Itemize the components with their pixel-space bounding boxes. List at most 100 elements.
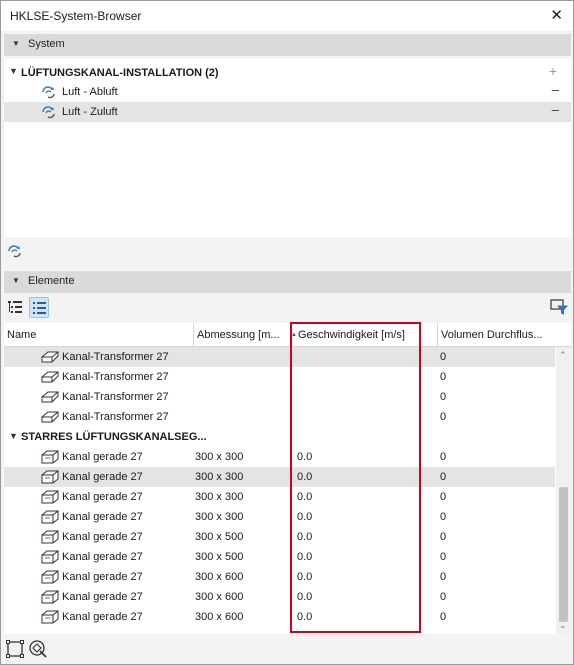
table-row[interactable]: Kanal gerade 27 300 x 300 0.0 0 — [4, 447, 555, 467]
table-header: Name Abmessung [m... ▲ Geschwindigkeit [… — [4, 323, 571, 347]
cell-abmessung: 300 x 300 — [195, 451, 244, 463]
system-tree: ▼ LÜFTUNGSKANAL-INSTALLATION (2) + Luft … — [4, 59, 571, 237]
elements-section-header[interactable]: ▼ Elemente — [4, 271, 571, 293]
cell-volumen: 0 — [440, 351, 447, 363]
close-icon[interactable]: ✕ — [550, 6, 563, 24]
column-header-geschwindigkeit[interactable]: Geschwindigkeit [m/s] — [298, 329, 434, 341]
cell-name: Kanal gerade 27 — [62, 491, 143, 503]
system-item-luft-abluft[interactable]: Luft - Abluft – — [4, 82, 571, 102]
straight-duct-icon — [40, 489, 60, 508]
system-settings-icon[interactable] — [6, 242, 24, 263]
system-item-label: Luft - Zuluft — [62, 106, 118, 118]
system-item-luft-zuluft[interactable]: Luft - Zuluft – — [4, 102, 571, 122]
cell-geschwindigkeit: 0.0 — [297, 471, 313, 483]
air-system-icon — [40, 84, 58, 103]
cell-volumen: 0 — [440, 411, 447, 423]
cell-geschwindigkeit: 0.0 — [297, 511, 313, 523]
system-group-row[interactable]: ▼ LÜFTUNGSKANAL-INSTALLATION (2) + — [4, 62, 571, 82]
cell-abmessung: 300 x 300 — [195, 511, 244, 523]
tree-view-icon — [8, 301, 22, 313]
cell-geschwindigkeit: 0.0 — [297, 551, 313, 563]
cell-geschwindigkeit: 0.0 — [297, 571, 313, 583]
group-label: STARRES LÜFTUNGSKANALSEG... — [21, 431, 207, 443]
column-divider[interactable] — [437, 323, 438, 347]
sort-indicator-icon: ▲ — [291, 332, 297, 338]
table-row[interactable]: Kanal gerade 27 300 x 600 0.0 0 — [4, 567, 555, 587]
collapse-triangle-icon[interactable]: ▼ — [9, 66, 18, 76]
cell-volumen: 0 — [440, 511, 447, 523]
table-row[interactable]: Kanal gerade 27 300 x 500 0.0 0 — [4, 527, 555, 547]
table-row[interactable]: Kanal-Transformer 27 0 — [4, 367, 555, 387]
cell-name: Kanal-Transformer 27 — [62, 351, 169, 363]
transformer-duct-icon — [40, 389, 60, 408]
cell-abmessung: 300 x 600 — [195, 611, 244, 623]
straight-duct-icon — [40, 449, 60, 468]
column-header-name[interactable]: Name — [7, 329, 193, 341]
scroll-down-icon[interactable]: ⌄ — [559, 620, 567, 631]
cell-geschwindigkeit: 0.0 — [297, 491, 313, 503]
cell-name: Kanal gerade 27 — [62, 591, 143, 603]
cell-volumen: 0 — [440, 391, 447, 403]
selection-frame-icon — [6, 640, 24, 658]
straight-duct-icon — [40, 469, 60, 488]
column-header-abmessung[interactable]: Abmessung [m... — [197, 329, 289, 341]
cell-volumen: 0 — [440, 371, 447, 383]
scrollbar-thumb[interactable] — [559, 487, 568, 622]
system-group-label: LÜFTUNGSKANAL-INSTALLATION (2) — [21, 67, 219, 79]
cell-name: Kanal-Transformer 27 — [62, 411, 169, 423]
elements-table: Name Abmessung [m... ▲ Geschwindigkeit [… — [4, 323, 571, 634]
column-header-volumen[interactable]: Volumen Durchflus... — [441, 329, 556, 341]
cell-abmessung: 300 x 500 — [195, 531, 244, 543]
cell-geschwindigkeit: 0.0 — [297, 451, 313, 463]
cell-geschwindigkeit: 0.0 — [297, 611, 313, 623]
table-row[interactable]: Kanal-Transformer 27 0 — [4, 387, 555, 407]
elements-toolbar — [4, 296, 571, 320]
table-row[interactable]: Kanal-Transformer 27 0 — [4, 347, 555, 367]
table-row[interactable]: Kanal gerade 27 300 x 600 0.0 0 — [4, 587, 555, 607]
cell-name: Kanal-Transformer 27 — [62, 371, 169, 383]
collapse-triangle-icon[interactable]: ▼ — [9, 431, 18, 441]
table-group-row[interactable]: ▼ STARRES LÜFTUNGSKANALSEG... — [4, 427, 555, 447]
cell-name: Kanal-Transformer 27 — [62, 391, 169, 403]
cell-abmessung: 300 x 600 — [195, 571, 244, 583]
table-row[interactable]: Kanal gerade 27 300 x 600 0.0 0 — [4, 607, 555, 627]
transformer-duct-icon — [40, 409, 60, 428]
remove-icon[interactable]: – — [552, 82, 559, 97]
table-row[interactable]: Kanal-Transformer 27 0 — [4, 407, 555, 427]
system-section-label: System — [28, 38, 65, 50]
cell-abmessung: 300 x 500 — [195, 551, 244, 563]
cell-volumen: 0 — [440, 471, 447, 483]
table-row[interactable]: Kanal gerade 27 300 x 300 0.0 0 — [4, 507, 555, 527]
list-view-icon — [33, 302, 46, 314]
title-bar: HKLSE-System-Browser ✕ — [1, 1, 573, 31]
window-title: HKLSE-System-Browser — [10, 9, 142, 23]
list-view-button[interactable] — [29, 297, 49, 318]
cell-abmessung: 300 x 600 — [195, 591, 244, 603]
remove-icon[interactable]: – — [552, 102, 559, 117]
straight-duct-icon — [40, 549, 60, 568]
cell-name: Kanal gerade 27 — [62, 531, 143, 543]
straight-duct-icon — [40, 589, 60, 608]
tree-view-button[interactable] — [5, 297, 25, 318]
column-divider[interactable] — [193, 323, 194, 347]
straight-duct-icon — [40, 609, 60, 628]
add-icon[interactable]: + — [549, 63, 557, 79]
cell-abmessung: 300 x 300 — [195, 491, 244, 503]
cell-name: Kanal gerade 27 — [62, 551, 143, 563]
table-row[interactable]: Kanal gerade 27 300 x 300 0.0 0 — [4, 467, 555, 487]
show-3d-button[interactable] — [28, 639, 48, 660]
filter-settings-button[interactable] — [549, 297, 569, 318]
bottom-toolbar — [4, 637, 571, 663]
straight-duct-icon — [40, 529, 60, 548]
scroll-up-icon[interactable]: ⌃ — [559, 350, 567, 361]
cell-volumen: 0 — [440, 451, 447, 463]
cell-name: Kanal gerade 27 — [62, 511, 143, 523]
collapse-triangle-icon[interactable]: ▼ — [12, 39, 20, 48]
table-row[interactable]: Kanal gerade 27 300 x 500 0.0 0 — [4, 547, 555, 567]
system-section-header[interactable]: ▼ System — [4, 34, 571, 56]
collapse-triangle-icon[interactable]: ▼ — [12, 276, 20, 285]
table-row[interactable]: Kanal gerade 27 300 x 300 0.0 0 — [4, 487, 555, 507]
cell-volumen: 0 — [440, 531, 447, 543]
vertical-scrollbar[interactable]: ⌃ ⌄ — [556, 347, 571, 634]
select-in-model-button[interactable] — [5, 639, 25, 660]
